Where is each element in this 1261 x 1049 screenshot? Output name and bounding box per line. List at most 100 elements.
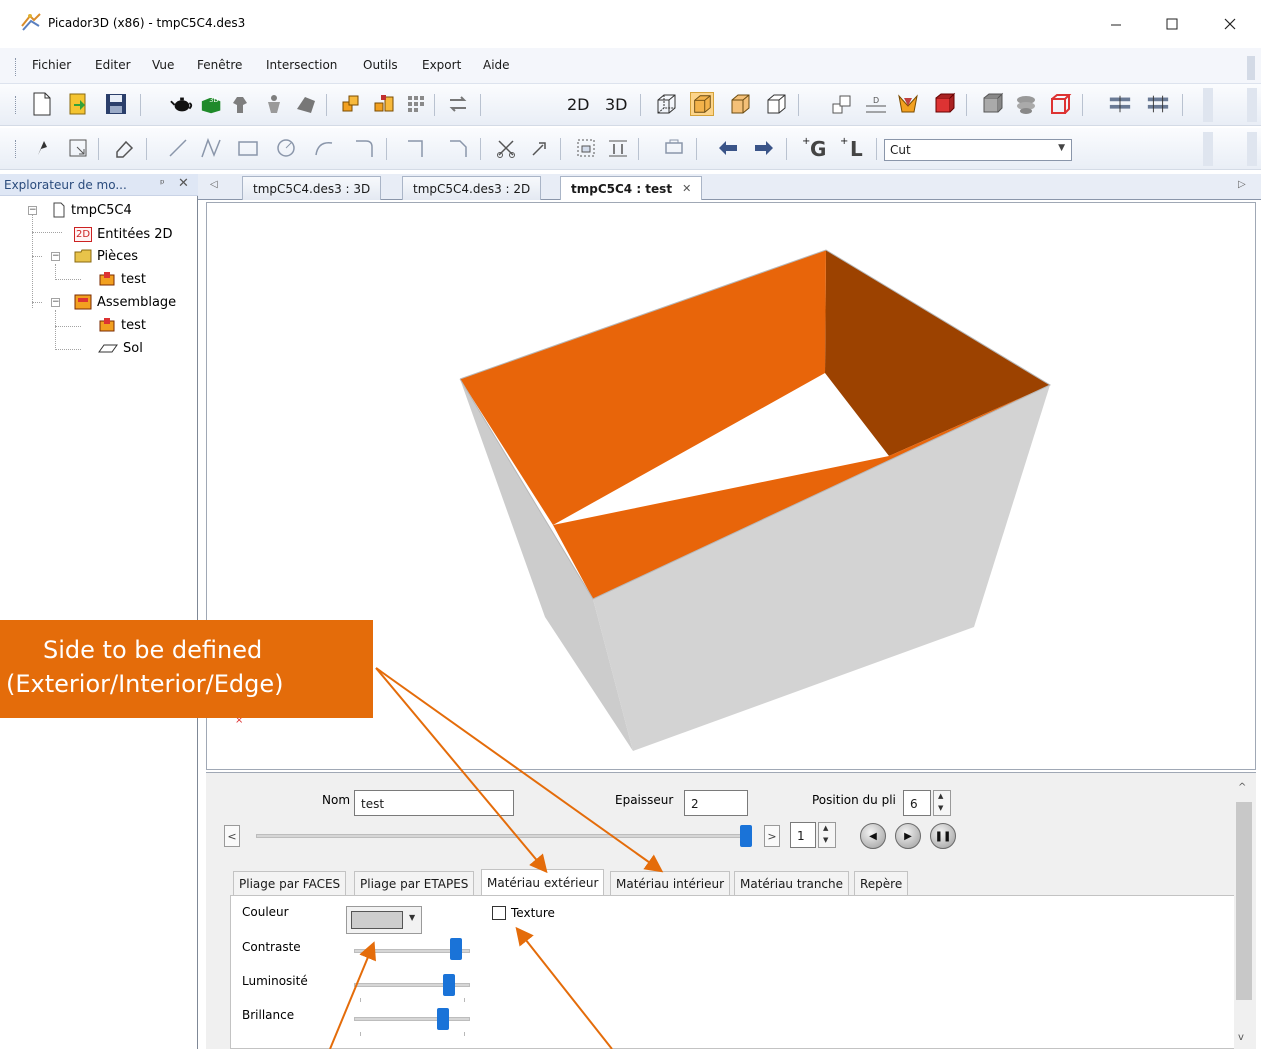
corner-icon[interactable] (404, 136, 428, 160)
slider-next-button[interactable]: > (764, 825, 780, 847)
redo-icon[interactable] (752, 136, 776, 160)
chamfer-icon[interactable] (446, 136, 470, 160)
tab-3d[interactable]: tmpC5C4.des3 : 3D (242, 176, 382, 200)
minimize-icon[interactable] (1102, 12, 1130, 36)
line-icon[interactable] (166, 136, 190, 160)
play-icon[interactable]: ▶ (895, 823, 921, 849)
add-g-button[interactable]: + G (800, 136, 838, 161)
tree-item-assembly[interactable]: Assemblage (74, 292, 176, 312)
swap-icon[interactable] (446, 92, 470, 116)
toolbar-grip[interactable] (15, 96, 18, 114)
fold-slider-track[interactable] (256, 834, 750, 838)
solid-cube-icon[interactable] (690, 92, 714, 116)
robot-hand-icon[interactable] (662, 136, 686, 160)
menu-aide[interactable]: Aide (483, 58, 510, 72)
tree-item-sol[interactable]: Sol (98, 338, 143, 358)
tree-item-pieces[interactable]: Pièces (74, 246, 138, 266)
distribute-icon[interactable] (1146, 92, 1170, 116)
brillance-thumb[interactable] (437, 1008, 450, 1030)
tab-pliage-faces[interactable]: Pliage par FACES (233, 871, 347, 896)
explorer-close-icon[interactable]: ✕ (178, 176, 189, 191)
contraste-thumb[interactable] (450, 938, 463, 960)
tree-item-root[interactable]: tmpC5C4 (52, 200, 132, 220)
red-outline-box-icon[interactable] (1048, 92, 1072, 116)
tree-item-assembly-test[interactable]: test (98, 315, 146, 335)
boxes-orange-icon[interactable] (340, 92, 364, 116)
menu-intersection[interactable]: Intersection (266, 58, 337, 72)
save-icon[interactable] (104, 92, 128, 116)
measure-icon[interactable] (606, 136, 630, 160)
collapse-pieces-icon[interactable]: − (51, 252, 60, 261)
pin-icon[interactable]: ᵖ (160, 177, 165, 190)
brillance-track[interactable] (354, 1017, 470, 1021)
scroll-down-icon[interactable]: v (1238, 1032, 1244, 1043)
menu-editer[interactable]: Editer (95, 58, 131, 72)
assembly-icon[interactable] (372, 92, 396, 116)
menu-fichier[interactable]: Fichier (32, 58, 71, 72)
extend-icon[interactable] (528, 136, 552, 160)
new-document-icon[interactable] (30, 92, 54, 116)
fillet-icon[interactable] (352, 136, 376, 160)
tabs-scroll-right-icon[interactable]: ▷ (1238, 179, 1246, 190)
scrollbar-thumb[interactable] (1236, 802, 1252, 1000)
polyline-icon[interactable] (200, 136, 224, 160)
epaisseur-input[interactable]: 2 (684, 790, 748, 816)
hand-icon[interactable] (228, 92, 252, 116)
tab-close-icon[interactable]: ✕ (682, 182, 691, 195)
toolbar-overflow-end[interactable] (1247, 88, 1257, 122)
figure-icon[interactable] (262, 92, 286, 116)
rectangle-icon[interactable] (236, 136, 260, 160)
toolbar-overflow[interactable] (1203, 88, 1213, 122)
fold-slider-thumb[interactable] (740, 825, 752, 847)
scissors-icon[interactable] (494, 136, 518, 160)
tab-test[interactable]: tmpC5C4 : test ✕ (560, 176, 703, 200)
texture-checkbox[interactable] (492, 906, 506, 920)
undo-icon[interactable] (716, 136, 740, 160)
tab-repere[interactable]: Repère (854, 871, 909, 896)
shape-icon[interactable] (294, 92, 318, 116)
dimension-icon[interactable]: D (864, 92, 888, 116)
slider-prev-button[interactable]: < (224, 825, 240, 847)
tab-materiau-exterieur[interactable]: Matériau extérieur (481, 869, 605, 896)
wireframe-cube-icon[interactable] (654, 92, 678, 116)
cubes-stack-icon[interactable] (830, 92, 854, 116)
select-box-icon[interactable] (66, 136, 90, 160)
open-document-icon[interactable] (66, 92, 90, 116)
close-icon[interactable] (1216, 12, 1244, 36)
menu-grip[interactable] (15, 58, 18, 76)
align-horizontal-icon[interactable] (1108, 92, 1132, 116)
nom-input[interactable]: test (354, 790, 514, 816)
maximize-icon[interactable] (1158, 12, 1186, 36)
arc-icon[interactable] (312, 136, 336, 160)
menu-outils[interactable]: Outils (363, 58, 398, 72)
tree-item-entities[interactable]: 2D Entitées 2D (74, 224, 173, 244)
tab-materiau-interieur[interactable]: Matériau intérieur (610, 871, 731, 896)
couleur-picker[interactable]: ▼ (346, 906, 422, 934)
position-input[interactable]: 6 (903, 790, 931, 816)
3d-object-icon[interactable]: 3D (200, 92, 224, 116)
pointer-icon[interactable] (30, 136, 54, 160)
menu-fenetre[interactable]: Fenêtre (197, 58, 242, 72)
tree-item-piece-test[interactable]: test (98, 269, 146, 289)
add-l-button[interactable]: + L (838, 136, 872, 161)
collapse-root-icon[interactable]: − (28, 206, 37, 215)
shaded-cube-icon[interactable] (728, 92, 752, 116)
frame-select-icon[interactable] (574, 136, 598, 160)
fold-icon[interactable] (896, 92, 920, 116)
circle-icon[interactable] (274, 136, 298, 160)
menu-export[interactable]: Export (422, 58, 461, 72)
toolbar-overflow-end[interactable] (1247, 132, 1257, 166)
toolbar-overflow[interactable] (1203, 132, 1213, 166)
outline-cube-icon[interactable] (764, 92, 788, 116)
red-box-icon[interactable] (932, 92, 956, 116)
eraser-icon[interactable] (112, 136, 136, 160)
view-3d-button[interactable]: 3D (605, 95, 628, 114)
grey-box-icon[interactable] (980, 92, 1004, 116)
menu-vue[interactable]: Vue (152, 58, 174, 72)
rewind-icon[interactable]: ◀ (860, 823, 886, 849)
view-2d-button[interactable]: 2D (567, 95, 590, 114)
tab-2d[interactable]: tmpC5C4.des3 : 2D (402, 176, 542, 200)
properties-scrollbar[interactable]: ^ v (1234, 778, 1254, 1049)
grid-dots-icon[interactable] (404, 92, 428, 116)
step-spinner[interactable] (818, 822, 836, 848)
